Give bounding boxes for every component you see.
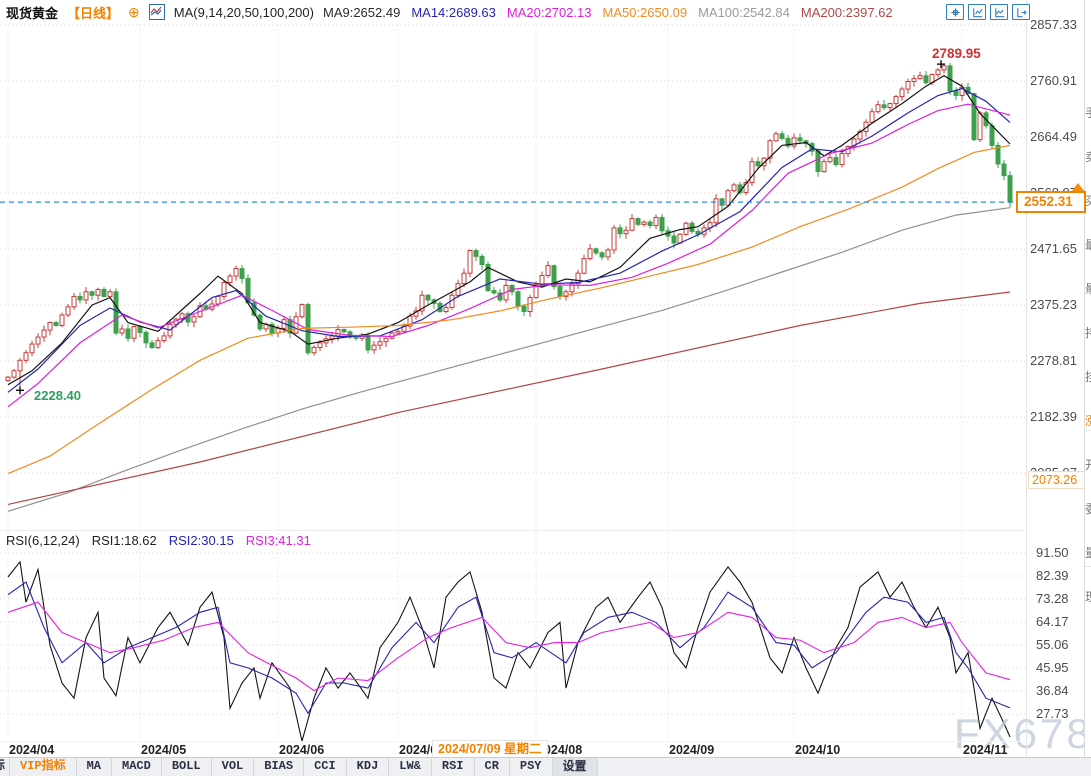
right-panel-divider bbox=[1085, 430, 1091, 431]
toolbar-item-VIP指标[interactable]: VIP指标 bbox=[10, 758, 77, 776]
right-panel-char: 手 bbox=[1085, 104, 1091, 121]
axis-divider bbox=[1026, 0, 1027, 757]
rsi-header: RSI(6,12,24) RSI1:18.62 RSI2:30.15 RSI3:41… bbox=[6, 533, 311, 548]
toolbar-item-BOLL[interactable]: BOLL bbox=[162, 758, 212, 776]
toolbar-item-VOL[interactable]: VOL bbox=[212, 758, 255, 776]
rsi-value-list: RSI1:18.62 RSI2:30.15 RSI3:41.31 bbox=[92, 533, 311, 548]
chart-header: 现货黄金 【日线】 ⊕ MA(9,14,20,50,100,200) MA9:2… bbox=[6, 3, 893, 21]
rsi-value: RSI1:18.62 bbox=[92, 533, 157, 548]
right-panel-char: 挂 bbox=[1085, 368, 1091, 385]
period-label[interactable]: 【日线】 bbox=[67, 3, 119, 22]
ma-value: MA14:2689.63 bbox=[411, 5, 496, 20]
pan-right-icon[interactable] bbox=[1012, 4, 1030, 20]
toolbar-item-标[interactable]: 标 bbox=[0, 758, 10, 776]
right-panel-char: 持 bbox=[1085, 324, 1091, 341]
crosshair-icon[interactable] bbox=[946, 4, 964, 20]
panel-divider bbox=[0, 530, 1026, 531]
right-panel-char: 现 bbox=[1085, 588, 1091, 605]
candlestick-icon[interactable] bbox=[149, 4, 165, 20]
ma-settings-label: MA(9,14,20,50,100,200) bbox=[174, 5, 314, 20]
right-panel-divider bbox=[1085, 566, 1091, 567]
right-panel-divider bbox=[1085, 292, 1091, 293]
toolbar-item-CR[interactable]: CR bbox=[475, 758, 510, 776]
toolbar-item-KDJ[interactable]: KDJ bbox=[347, 758, 390, 776]
chart-application: FX678 2857.332760.912664.492568.072471.6… bbox=[0, 0, 1091, 776]
toolbar-item-MACD[interactable]: MACD bbox=[112, 758, 162, 776]
circle-plus-icon[interactable]: ⊕ bbox=[128, 5, 140, 19]
right-panel-char: 最 bbox=[1085, 236, 1091, 253]
rsi-value: RSI3:41.31 bbox=[246, 533, 311, 548]
toolbar-item-PSY[interactable]: PSY bbox=[510, 758, 553, 776]
ma-value: MA50:2650.09 bbox=[602, 5, 687, 20]
scale-right-icon[interactable] bbox=[990, 4, 1008, 20]
current-price-badge: 2552.31 bbox=[1016, 191, 1086, 213]
right-panel-char: 卖 bbox=[1085, 148, 1091, 165]
ma-value: MA200:2397.62 bbox=[801, 5, 893, 20]
right-panel-char: 涨 bbox=[1085, 412, 1091, 429]
right-panel-char: 委 bbox=[1085, 500, 1091, 517]
toolbar-item-LW&[interactable]: LW& bbox=[389, 758, 432, 776]
ma-value: MA100:2542.84 bbox=[698, 5, 790, 20]
right-panel-char: 开 bbox=[1085, 456, 1091, 473]
secondary-price-badge: 2073.26 bbox=[1028, 471, 1088, 489]
right-panel-char: 量 bbox=[1085, 544, 1091, 561]
watermark: FX678 bbox=[954, 710, 1091, 758]
toolbar-item-MA[interactable]: MA bbox=[77, 758, 112, 776]
toolbar-item-BIAS[interactable]: BIAS bbox=[254, 758, 304, 776]
high-price-annotation: 2789.95 bbox=[932, 46, 981, 61]
low-price-annotation: 2228.40 bbox=[34, 388, 81, 403]
toolbar-item-设置[interactable]: 设置 bbox=[553, 758, 598, 776]
ma-value: MA20:2702.13 bbox=[507, 5, 592, 20]
right-edge-panel: 手卖买最最持挂涨开委量现 bbox=[1084, 0, 1091, 757]
rsi-settings-label: RSI(6,12,24) bbox=[6, 533, 80, 548]
scale-left-icon[interactable] bbox=[968, 4, 986, 20]
toolbar-item-CCI[interactable]: CCI bbox=[304, 758, 347, 776]
corner-toolbar bbox=[946, 4, 1030, 20]
rsi-value: RSI2:30.15 bbox=[169, 533, 234, 548]
ma-value-list: MA9:2652.49 MA14:2689.63 MA20:2702.13 MA50:… bbox=[323, 5, 893, 20]
right-panel-char: 最 bbox=[1085, 280, 1091, 297]
candlestick-chart-canvas[interactable] bbox=[0, 0, 1091, 776]
ma-value: MA9:2652.49 bbox=[323, 5, 400, 20]
symbol-title: 现货黄金 bbox=[6, 3, 58, 22]
indicator-toolbar: 标VIP指标MAMACDBOLLVOLBIASCCIKDJLW&RSICRPSY… bbox=[0, 757, 1091, 776]
toolbar-item-RSI[interactable]: RSI bbox=[432, 758, 475, 776]
